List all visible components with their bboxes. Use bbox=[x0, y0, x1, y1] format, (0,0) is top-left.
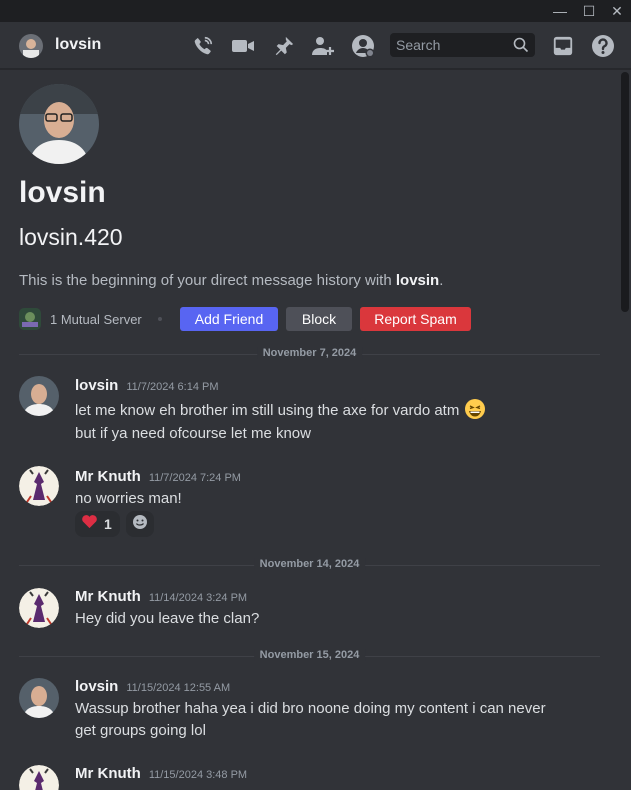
message-text: Hey did you leave the clan? bbox=[75, 610, 260, 627]
reaction-heart[interactable]: 1 bbox=[75, 511, 120, 537]
pinned-messages-icon[interactable] bbox=[271, 33, 297, 59]
voice-call-icon[interactable] bbox=[190, 33, 216, 59]
profile-avatar[interactable] bbox=[19, 84, 99, 164]
message-timestamp: 11/14/2024 3:24 PM bbox=[148, 592, 248, 604]
add-friends-to-dm-icon[interactable] bbox=[310, 33, 336, 59]
date-divider: November 14, 2024 bbox=[19, 558, 600, 570]
message-text: but if ya need ofcourse let me know bbox=[75, 425, 311, 442]
message-timestamp: 11/7/2024 7:24 PM bbox=[148, 472, 241, 484]
date-divider: November 15, 2024 bbox=[19, 649, 600, 661]
profile-username: lovsin.420 bbox=[19, 224, 123, 250]
mutual-servers[interactable]: 1 Mutual Server bbox=[19, 308, 142, 330]
search-box[interactable] bbox=[390, 33, 535, 57]
window-titlebar: — ☐ ✕ bbox=[0, 0, 631, 22]
user-profile-icon[interactable] bbox=[350, 33, 376, 59]
search-input[interactable] bbox=[396, 33, 506, 57]
scroll-thumb[interactable] bbox=[621, 72, 629, 312]
help-icon[interactable] bbox=[590, 33, 616, 59]
message-text: let me know eh brother im still using th… bbox=[75, 398, 486, 424]
dm-recipient-name[interactable]: lovsin bbox=[55, 36, 101, 54]
maximize-button[interactable]: ☐ bbox=[575, 0, 603, 22]
avatar[interactable] bbox=[19, 34, 43, 58]
report-spam-button[interactable]: Report Spam bbox=[360, 307, 471, 331]
add-reaction-button[interactable] bbox=[126, 511, 154, 537]
video-call-icon[interactable] bbox=[230, 33, 256, 59]
message-timestamp: 11/7/2024 6:14 PM bbox=[126, 381, 219, 393]
scrollbar[interactable] bbox=[621, 70, 629, 790]
add-friend-button[interactable]: Add Friend bbox=[180, 307, 278, 331]
search-icon bbox=[513, 37, 529, 58]
avatar[interactable] bbox=[19, 466, 59, 506]
avatar[interactable] bbox=[19, 588, 59, 628]
message-list: lovsin lovsin.420 This is the beginning … bbox=[0, 70, 619, 790]
avatar[interactable] bbox=[19, 376, 59, 416]
inbox-icon[interactable] bbox=[550, 33, 576, 59]
dm-intro-text: This is the beginning of your direct mes… bbox=[19, 272, 444, 289]
mutual-servers-label: 1 Mutual Server bbox=[50, 311, 142, 327]
message-author[interactable]: Mr Knuth 11/15/2024 3:48 PM bbox=[75, 765, 247, 782]
block-button[interactable]: Block bbox=[286, 307, 352, 331]
message-author[interactable]: lovsin 11/7/2024 6:14 PM bbox=[75, 377, 219, 394]
message-author[interactable]: Mr Knuth 11/14/2024 3:24 PM bbox=[75, 588, 247, 605]
message-text: no worries man! bbox=[75, 490, 182, 507]
server-icon bbox=[19, 308, 41, 330]
heart-icon bbox=[81, 514, 98, 534]
message-author[interactable]: Mr Knuth 11/7/2024 7:24 PM bbox=[75, 468, 241, 485]
message-timestamp: 11/15/2024 3:48 PM bbox=[148, 769, 248, 781]
reaction-count: 1 bbox=[104, 516, 112, 532]
profile-display-name: lovsin bbox=[19, 176, 106, 209]
minimize-button[interactable]: — bbox=[546, 0, 574, 22]
message-timestamp: 11/15/2024 12:55 AM bbox=[126, 682, 231, 694]
close-button[interactable]: ✕ bbox=[603, 0, 631, 22]
separator-dot bbox=[158, 317, 162, 321]
avatar[interactable] bbox=[19, 765, 59, 790]
add-reaction-icon bbox=[132, 514, 148, 535]
dm-header: lovsin bbox=[0, 22, 631, 69]
grinning-emoji-icon bbox=[464, 398, 486, 424]
avatar[interactable] bbox=[19, 678, 59, 718]
message-text: Wassup brother haha yea i did bro noone … bbox=[75, 700, 546, 717]
message-author[interactable]: lovsin 11/15/2024 12:55 AM bbox=[75, 678, 230, 695]
message-text: get groups going lol bbox=[75, 722, 206, 739]
date-divider: November 7, 2024 bbox=[19, 347, 600, 359]
